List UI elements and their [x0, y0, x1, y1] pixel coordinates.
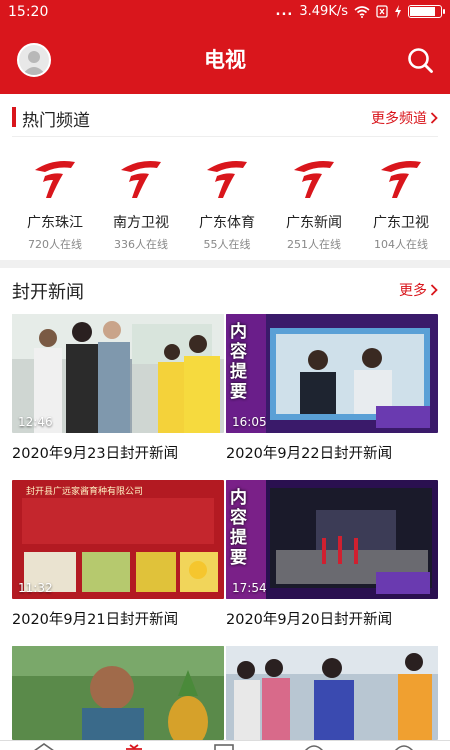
channel-online-count: 55人在线 — [203, 238, 251, 251]
video-duration: 16:05 — [232, 415, 267, 429]
video-duration: 17:54 — [232, 581, 267, 595]
section-separator — [0, 260, 450, 268]
search-icon[interactable] — [406, 46, 434, 74]
news-card[interactable] — [12, 646, 224, 740]
video-duration: 11:32 — [18, 581, 53, 595]
news-title: 2020年9月21日封开新闻 — [12, 612, 179, 628]
channel-logo-icon — [207, 161, 247, 198]
status-time: 15:20 — [8, 4, 49, 20]
channel-name: 广东卫视 — [373, 215, 429, 231]
more-channels-label: 更多频道 — [371, 111, 427, 127]
channel-name: 广东珠江 — [27, 215, 83, 231]
news-title: 2020年9月22日封开新闻 — [226, 446, 393, 462]
channel-online-count: 251人在线 — [287, 238, 341, 251]
chevron-right-icon — [430, 112, 438, 124]
video-thumbnail: 12:46 — [12, 314, 224, 433]
news-card[interactable]: 内容提要 17:54 2020年9月20日封开新闻 — [226, 480, 438, 629]
hot-channels-list: 广东珠江 720人在线 南方卫视 336人在线 广东体育 55人在线 广东新闻 … — [0, 148, 450, 256]
video-duration: 12:46 — [18, 415, 53, 429]
video-thumbnail: 内容提要 16:05 — [226, 314, 438, 433]
wifi-icon — [354, 5, 370, 18]
more-news-link[interactable]: 更多 — [399, 280, 438, 300]
page-title: 电视 — [204, 48, 246, 72]
news-title: 2020年9月20日封开新闻 — [226, 612, 393, 628]
news-title: 2020年9月23日封开新闻 — [12, 446, 179, 462]
charging-icon — [395, 5, 401, 18]
channel-item-guangdong-zhujiang[interactable]: 广东珠江 720人在线 — [11, 148, 99, 252]
hot-channels-header: 热门频道 更多频道 — [0, 98, 450, 136]
video-thumbnail: 内容提要 17:54 — [226, 480, 438, 599]
channel-item-guangdong-tiyu[interactable]: 广东体育 55人在线 — [183, 148, 271, 252]
network-speed: 3.49K/s — [299, 4, 348, 19]
channel-item-guangdong-xinwen[interactable]: 广东新闻 251人在线 — [270, 148, 358, 252]
thumbnail-overlay-text: 封开县广远家酱育种有限公司 — [26, 487, 144, 497]
more-channels-link[interactable]: 更多频道 — [371, 108, 438, 128]
channel-logo-icon — [121, 161, 161, 198]
news-card[interactable]: 内容提要 16:05 2020年9月22日封开新闻 — [226, 314, 438, 463]
channel-online-count: 104人在线 — [374, 238, 428, 251]
channel-online-count: 720人在线 — [28, 238, 82, 251]
sim-icon — [376, 5, 388, 18]
more-news-label: 更多 — [399, 283, 427, 299]
tab-profile-icon[interactable] — [392, 743, 416, 750]
channel-logo-icon — [381, 161, 421, 198]
tab-home-icon[interactable] — [32, 743, 56, 750]
chevron-right-icon — [430, 284, 438, 296]
news-section-header: 封开新闻 更多 — [0, 272, 450, 310]
signal-dots: ... — [275, 4, 294, 19]
app-header: 电视 — [0, 26, 450, 94]
channel-logo-icon — [294, 161, 334, 198]
channel-name: 南方卫视 — [113, 215, 169, 231]
video-thumbnail — [12, 646, 224, 740]
news-section-title: 封开新闻 — [12, 282, 84, 303]
status-icons: ... 3.49K/s — [275, 4, 445, 19]
news-card[interactable]: 封开县广远家酱育种有限公司 11:32 2020年9月21日封开新闻 — [12, 480, 224, 629]
tab-radio-icon[interactable] — [212, 743, 236, 750]
section-divider — [12, 136, 438, 137]
channel-name: 广东新闻 — [286, 215, 342, 231]
thumbnail-overlay-text: 内容提要 — [230, 488, 247, 568]
channel-name: 广东体育 — [199, 215, 255, 231]
battery-icon — [408, 5, 445, 18]
tab-tv-icon[interactable] — [122, 743, 146, 750]
channel-item-guangdong-weishi[interactable]: 广东卫视 104人在线 — [357, 148, 445, 252]
news-card[interactable] — [226, 646, 438, 740]
video-thumbnail: 封开县广远家酱育种有限公司 11:32 — [12, 480, 224, 599]
tab-discover-icon[interactable] — [302, 743, 326, 750]
status-bar: 15:20 ... 3.49K/s — [0, 0, 450, 26]
channel-logo-icon — [35, 161, 75, 198]
channel-item-nanfang-weishi[interactable]: 南方卫视 336人在线 — [97, 148, 185, 252]
thumbnail-overlay-text: 内容提要 — [230, 322, 247, 402]
bottom-tab-bar — [0, 740, 450, 750]
hot-channels-title: 热门频道 — [22, 111, 90, 131]
channel-online-count: 336人在线 — [114, 238, 168, 251]
section-accent-bar — [12, 107, 16, 127]
news-card[interactable]: 12:46 2020年9月23日封开新闻 — [12, 314, 224, 463]
video-thumbnail — [226, 646, 438, 740]
battery-level — [410, 7, 436, 16]
